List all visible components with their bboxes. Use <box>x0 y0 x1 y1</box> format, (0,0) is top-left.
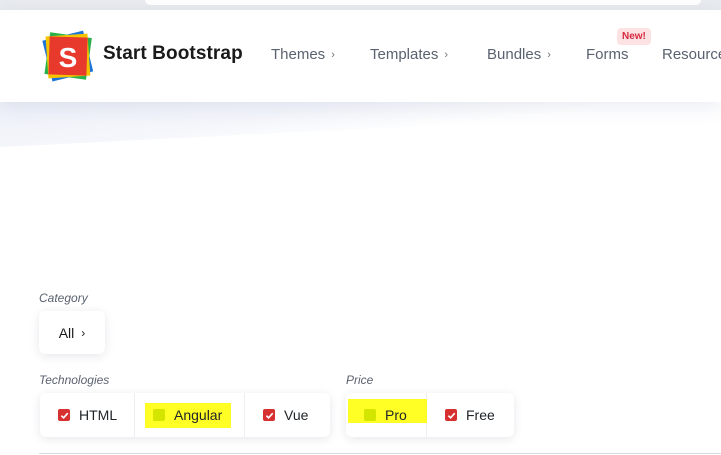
nav-item-label: Templates <box>370 46 439 63</box>
checkbox-unchecked[interactable] <box>364 409 376 421</box>
browser-chrome <box>0 0 721 10</box>
price-filter-group: Pro Free <box>346 393 514 437</box>
filter-pro[interactable]: Pro <box>346 393 427 437</box>
filter-free[interactable]: Free <box>427 393 514 437</box>
filter-vue[interactable]: Vue <box>245 393 330 437</box>
checkmark-icon <box>265 412 273 419</box>
chevron-right-icon: › <box>81 325 86 340</box>
new-badge: New! <box>617 28 651 45</box>
category-label: Category <box>39 291 88 305</box>
checkmark-icon <box>60 412 68 419</box>
nav-item-templates[interactable]: Templates › <box>370 46 448 63</box>
checkbox-checked[interactable] <box>58 409 70 421</box>
checkmark-icon <box>447 412 455 419</box>
nav-item-label: Forms <box>586 46 629 63</box>
logo-letter: S <box>59 42 78 73</box>
checkbox-checked[interactable] <box>263 409 275 421</box>
category-all-button[interactable]: All › <box>39 311 105 354</box>
nav-item-themes[interactable]: Themes › <box>271 46 335 63</box>
technologies-label: Technologies <box>39 373 110 387</box>
chevron-right-icon: › <box>331 48 335 61</box>
filter-label: HTML <box>79 407 118 423</box>
filter-label: Pro <box>385 407 407 423</box>
technologies-filter-group: HTML Angular Vue <box>40 393 330 437</box>
category-button-label: All <box>58 324 75 341</box>
filter-label: Angular <box>174 407 223 423</box>
filter-label: Vue <box>284 407 309 423</box>
nav-item-label: Themes <box>271 46 326 63</box>
checkbox-unchecked[interactable] <box>153 409 165 421</box>
chevron-right-icon: › <box>547 48 551 61</box>
nav-item-forms[interactable]: Forms <box>586 46 629 63</box>
nav-item-resources[interactable]: Resources <box>662 46 721 63</box>
filter-html[interactable]: HTML <box>40 393 135 437</box>
start-bootstrap-logo-icon[interactable]: S <box>40 30 96 84</box>
price-label: Price <box>346 373 374 387</box>
nav-item-bundles[interactable]: Bundles › <box>487 46 551 63</box>
hero-background <box>0 102 721 147</box>
top-navbar: S Start Bootstrap Themes › Templates › B… <box>0 10 721 102</box>
nav-item-label: Bundles <box>487 46 542 63</box>
section-divider <box>39 453 721 454</box>
checkbox-checked[interactable] <box>445 409 457 421</box>
brand-name[interactable]: Start Bootstrap <box>103 43 243 65</box>
chevron-right-icon: › <box>444 48 449 61</box>
filter-label: Free <box>466 407 495 423</box>
filter-angular[interactable]: Angular <box>135 393 245 437</box>
nav-item-label: Resources <box>662 46 721 63</box>
browser-address-area <box>145 0 701 5</box>
